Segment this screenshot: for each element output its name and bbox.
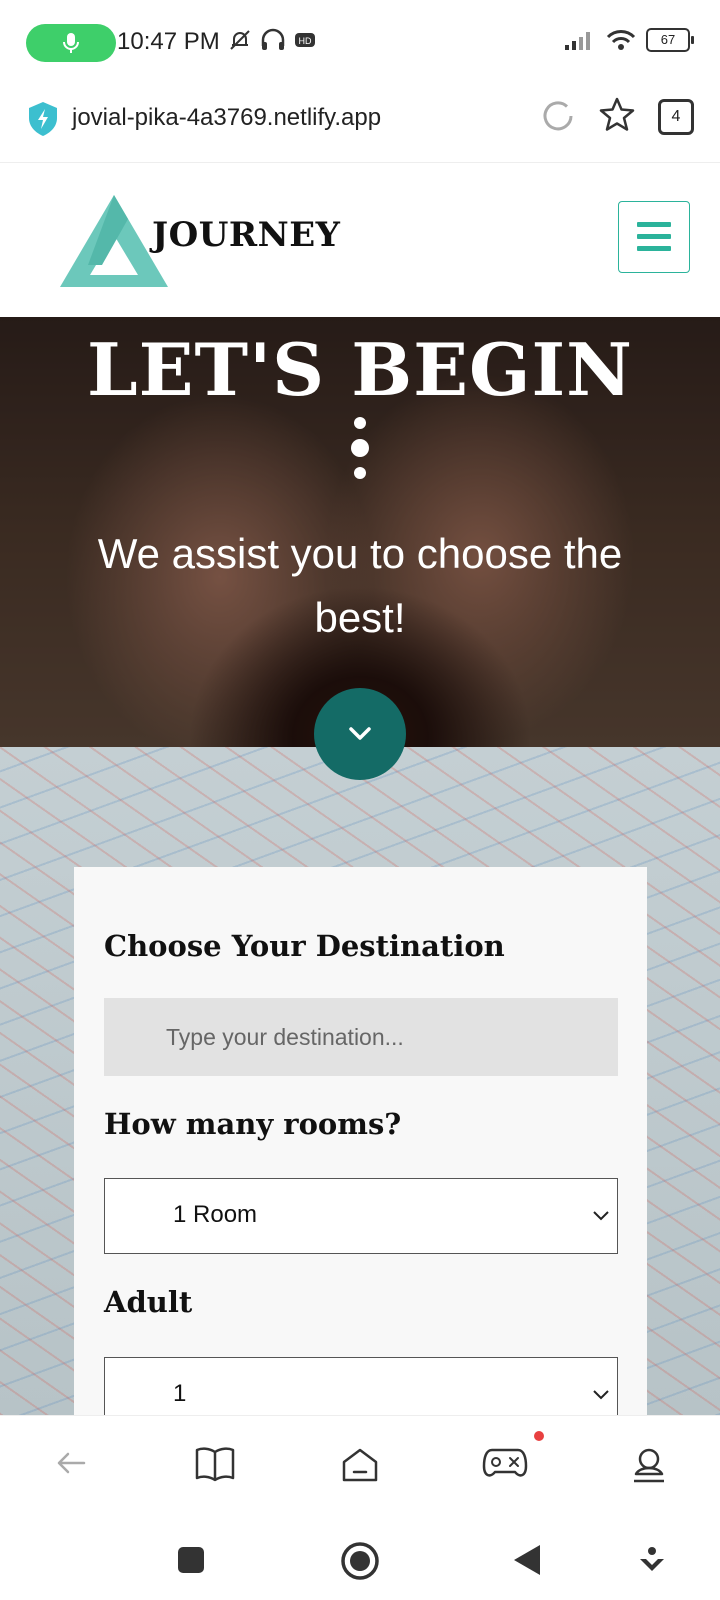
site-header: JOURNEY: [0, 163, 720, 317]
browser-bottom-nav: [0, 1415, 720, 1526]
reload-icon[interactable]: [540, 98, 576, 134]
divider-dot: [354, 417, 366, 429]
menu-icon-bar: [637, 246, 671, 251]
headphones-icon: [261, 28, 285, 50]
mic-active-indicator[interactable]: [26, 24, 116, 62]
bookmark-star-icon[interactable]: [598, 96, 636, 134]
bell-muted-icon: [230, 30, 250, 50]
home-circle-icon[interactable]: [340, 1541, 380, 1581]
microphone-icon: [63, 33, 79, 53]
hd-icon: HD: [295, 33, 315, 47]
menu-button[interactable]: [618, 201, 690, 273]
recent-apps-icon[interactable]: [177, 1546, 205, 1574]
scroll-down-button[interactable]: [314, 688, 406, 780]
hero-section: LET'S BEGIN We assist you to choose the …: [0, 317, 720, 1415]
status-bar: 10:47 PM HD 67: [0, 0, 720, 88]
rooms-selected-value: 1 Room: [173, 1201, 258, 1228]
adult-selected-value: 1: [173, 1380, 187, 1407]
chevron-down-icon: [349, 727, 371, 740]
back-triangle-icon[interactable]: [512, 1543, 542, 1577]
rooms-select[interactable]: 1 Room: [104, 1178, 618, 1254]
dots-divider: [351, 417, 369, 489]
home-icon[interactable]: [340, 1446, 380, 1484]
status-icons-left: HD: [228, 28, 316, 52]
menu-icon-bar: [637, 222, 671, 227]
svg-text:HD: HD: [299, 36, 312, 46]
back-arrow-icon[interactable]: [54, 1446, 88, 1480]
status-time: 10:47 PM: [117, 28, 220, 55]
chevron-down-icon: [593, 1390, 609, 1400]
booking-form: Choose Your Destination How many rooms? …: [74, 867, 647, 1415]
profile-icon[interactable]: [630, 1446, 668, 1484]
browser-address-bar: jovial-pika-4a3769.netlify.app 4: [0, 88, 720, 163]
rooms-label: How many rooms?: [104, 1107, 402, 1141]
tabs-button[interactable]: 4: [658, 99, 694, 135]
divider-dot: [354, 467, 366, 479]
secure-shield-icon[interactable]: [26, 100, 60, 138]
signal-icon: [565, 32, 590, 50]
destination-input[interactable]: [104, 998, 618, 1076]
url-text[interactable]: jovial-pika-4a3769.netlify.app: [72, 104, 381, 132]
hero-subtitle: We assist you to choose the best!: [97, 530, 623, 641]
menu-icon-bar: [637, 234, 671, 239]
status-icons-right: 67: [564, 28, 694, 52]
game-controller-icon[interactable]: [482, 1446, 528, 1482]
battery-indicator: 67: [646, 28, 694, 52]
divider-dot: [351, 439, 369, 457]
destination-label: Choose Your Destination: [104, 929, 505, 963]
system-nav-bar: [0, 1525, 720, 1600]
navigation-collapse-icon[interactable]: [638, 1545, 666, 1575]
chevron-down-icon: [593, 1211, 609, 1221]
notification-dot: [534, 1431, 544, 1441]
book-icon[interactable]: [195, 1446, 235, 1482]
brand-name[interactable]: JOURNEY: [152, 215, 340, 255]
wifi-icon: [606, 30, 636, 50]
adult-select[interactable]: 1: [104, 1357, 618, 1415]
hero-title: LET'S BEGIN: [87, 327, 633, 412]
adult-label: Adult: [104, 1285, 193, 1319]
